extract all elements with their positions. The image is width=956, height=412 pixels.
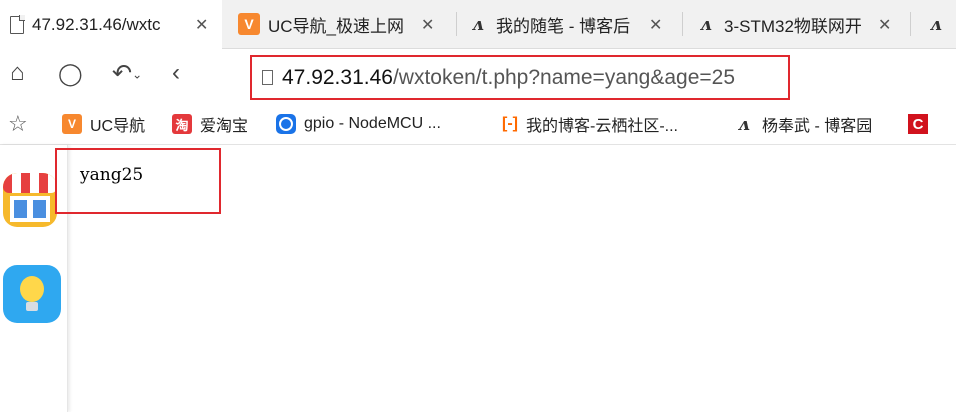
url-host: 47.92.31.46 (282, 66, 393, 89)
tab-divider (910, 12, 911, 36)
tab-title: 3-STM32物联网开 (724, 16, 862, 36)
page-output-text: yang25 (80, 165, 144, 185)
uc-icon: V (62, 114, 82, 134)
close-icon[interactable]: ✕ (878, 15, 891, 35)
refresh-icon[interactable]: ◯ (58, 61, 83, 87)
bookmark-label: 我的博客-云栖社区-... (525, 118, 678, 135)
close-icon[interactable]: ✕ (195, 15, 208, 35)
taobao-icon: 淘 (172, 114, 192, 134)
star-icon[interactable]: ☆ (8, 111, 28, 137)
tab-title: UC导航_极速上网 (268, 16, 405, 36)
url-text[interactable]: 47.92.31.46/wxtoken/t.php?name=yang&age=… (282, 66, 735, 90)
undo-icon[interactable]: ↶⌄ (112, 59, 142, 88)
back-icon[interactable]: ‹ (172, 59, 180, 87)
tab-active[interactable]: 47.92.31.46/wxtc ✕ (0, 0, 222, 49)
tab-stm32[interactable]: ᴧ 3-STM32物联网开 ✕ (686, 0, 908, 48)
close-icon[interactable]: ✕ (421, 15, 434, 35)
c-icon: C (908, 114, 928, 134)
store-icon[interactable] (3, 173, 57, 227)
aliyun-icon: [-] (502, 115, 518, 132)
bookmark-cnblogs[interactable]: ᴧ 杨奉武 - 博客园 (734, 112, 872, 136)
tab-uc-nav[interactable]: V UC导航_极速上网 ✕ (228, 0, 448, 48)
cnblogs-icon: ᴧ (738, 113, 750, 135)
url-path: /wxtoken/t.php?name=yang&age=25 (392, 66, 736, 89)
uc-icon: V (238, 13, 260, 35)
address-bar[interactable]: 47.92.31.46/wxtoken/t.php?name=yang&age=… (250, 55, 790, 100)
bookmark-label: UC导航 (90, 118, 146, 135)
tab-title: 47.92.31.46/wxtc (32, 14, 161, 34)
tab-divider (456, 12, 457, 36)
lightbulb-icon[interactable] (3, 265, 61, 323)
tab-divider (682, 12, 683, 36)
tab-strip: 47.92.31.46/wxtc ✕ V UC导航_极速上网 ✕ ᴧ 我的随笔 … (0, 0, 956, 49)
tab-title: 我的随笔 - 博客后 (496, 16, 631, 36)
cnblogs-icon: ᴧ (700, 13, 712, 35)
tab-partial[interactable]: ᴧ (916, 0, 956, 48)
close-icon[interactable]: ✕ (649, 15, 662, 35)
bookmark-label: 爱淘宝 (200, 118, 249, 135)
bookmark-uc-nav[interactable]: V UC导航 (62, 112, 145, 136)
browser-toolbar: ⌂ ◯ ↶⌄ ‹ 47.92.31.46/wxtoken/t.php?name=… (0, 49, 956, 104)
gpio-icon (276, 114, 296, 134)
bookmark-label: gpio - NodeMCU ... (304, 115, 441, 132)
bookmarks-bar: ☆ V UC导航 淘 爱淘宝 gpio - NodeMCU ... [-] 我的… (0, 104, 956, 145)
bookmark-taobao[interactable]: 淘 爱淘宝 (172, 112, 248, 136)
bookmark-c[interactable]: C (908, 112, 936, 136)
home-icon[interactable]: ⌂ (10, 59, 25, 87)
cnblogs-icon: ᴧ (930, 13, 942, 35)
bookmark-aliyun[interactable]: [-] 我的博客-云栖社区-... (502, 112, 678, 136)
cnblogs-icon: ᴧ (472, 13, 484, 35)
document-icon (10, 14, 25, 34)
bookmark-gpio[interactable]: gpio - NodeMCU ... (276, 112, 441, 136)
bookmark-label: 杨奉武 - 博客园 (762, 118, 873, 135)
tab-my-essays[interactable]: ᴧ 我的随笔 - 博客后 ✕ (458, 0, 680, 48)
page-info-icon[interactable] (262, 70, 273, 85)
